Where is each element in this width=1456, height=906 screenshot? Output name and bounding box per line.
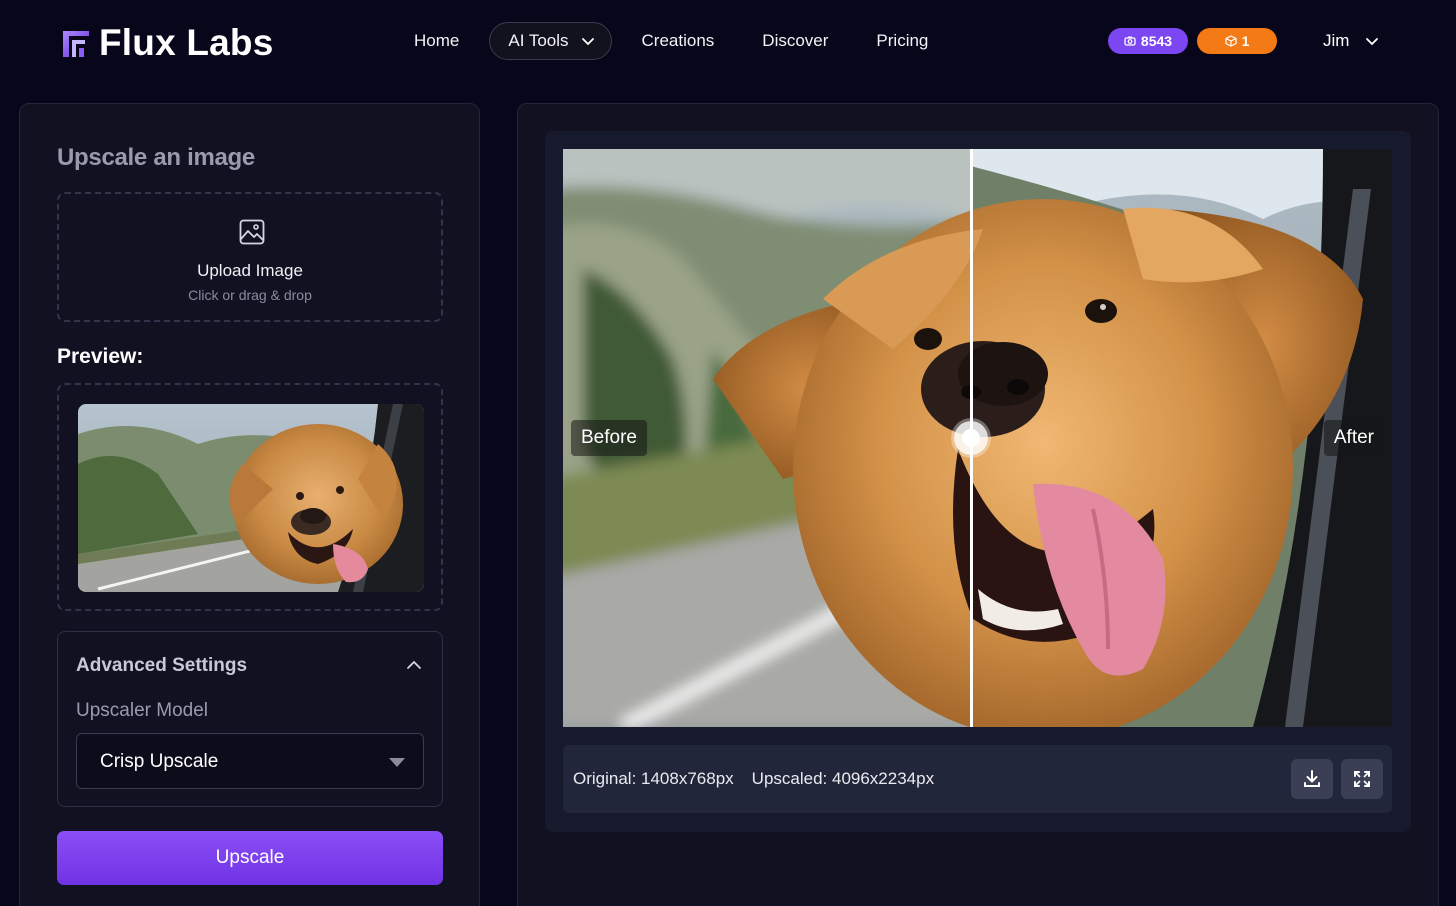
download-icon bbox=[1304, 770, 1320, 787]
comparison-slider-handle[interactable] bbox=[954, 421, 988, 455]
credits-badge[interactable]: 8543 bbox=[1108, 28, 1188, 54]
advanced-settings: Advanced Settings Upscaler Model Crisp U… bbox=[57, 631, 443, 807]
nav-discover[interactable]: Discover bbox=[738, 22, 852, 60]
upscale-button[interactable]: Upscale bbox=[57, 831, 443, 885]
camera-icon bbox=[1124, 36, 1136, 46]
download-button[interactable] bbox=[1291, 759, 1333, 799]
upscale-settings-panel: Upscale an image Upload Image Click or d… bbox=[19, 103, 480, 906]
upload-title: Upload Image bbox=[197, 261, 303, 280]
resolution-info: Original: 1408x768px Upscaled: 4096x2234… bbox=[573, 769, 934, 789]
cube-icon bbox=[1224, 35, 1237, 47]
before-after-viewer[interactable]: Before After bbox=[563, 149, 1392, 727]
flux-logo-icon bbox=[63, 31, 89, 57]
gems-count: 1 bbox=[1241, 33, 1250, 49]
chevron-down-icon bbox=[1366, 38, 1379, 46]
upscaler-model-value: Crisp Upscale bbox=[100, 751, 219, 772]
upload-subtitle: Click or drag & drop bbox=[188, 287, 312, 303]
credits-count: 8543 bbox=[1140, 33, 1173, 49]
brand[interactable]: Flux Labs bbox=[61, 22, 274, 64]
top-navigation-bar: Flux Labs Home AI Tools Creations Discov… bbox=[0, 0, 1456, 84]
result-panel: Before After Original: 1408x768px Upscal… bbox=[517, 103, 1439, 906]
chevron-up-icon[interactable] bbox=[406, 657, 422, 673]
before-label: Before bbox=[571, 420, 647, 456]
gems-badge[interactable]: 1 bbox=[1197, 28, 1277, 54]
panel-title: Upscale an image bbox=[57, 144, 255, 171]
preview-container bbox=[57, 383, 443, 611]
nav-ai-tools-label: AI Tools bbox=[508, 31, 569, 50]
image-icon bbox=[239, 219, 265, 245]
brand-name: Flux Labs bbox=[99, 22, 274, 63]
caret-down-icon bbox=[389, 758, 405, 767]
main-nav: Home AI Tools Creations Discover Pricing bbox=[390, 22, 952, 60]
nav-home[interactable]: Home bbox=[390, 22, 483, 60]
original-resolution: Original: 1408x768px bbox=[573, 769, 734, 788]
advanced-settings-title[interactable]: Advanced Settings bbox=[76, 655, 247, 677]
upscaler-model-label: Upscaler Model bbox=[76, 700, 208, 721]
nav-pricing[interactable]: Pricing bbox=[852, 22, 952, 60]
after-label: After bbox=[1323, 420, 1384, 456]
fullscreen-button[interactable] bbox=[1341, 759, 1383, 799]
nav-creations[interactable]: Creations bbox=[618, 22, 739, 60]
comparison-card: Before After Original: 1408x768px Upscal… bbox=[545, 131, 1411, 832]
user-menu[interactable]: Jim bbox=[1323, 28, 1379, 54]
upscaler-model-select[interactable]: Crisp Upscale bbox=[76, 733, 424, 789]
chevron-down-icon bbox=[581, 38, 594, 46]
preview-heading: Preview: bbox=[57, 345, 144, 368]
preview-image bbox=[78, 404, 424, 592]
upload-dropzone[interactable]: Upload Image Click or drag & drop bbox=[57, 192, 443, 322]
fullscreen-icon bbox=[1354, 771, 1370, 787]
resolution-info-bar: Original: 1408x768px Upscaled: 4096x2234… bbox=[563, 745, 1392, 813]
upscaled-resolution: Upscaled: 4096x2234px bbox=[751, 769, 935, 788]
nav-ai-tools[interactable]: AI Tools bbox=[489, 22, 612, 60]
user-name: Jim bbox=[1323, 31, 1350, 50]
